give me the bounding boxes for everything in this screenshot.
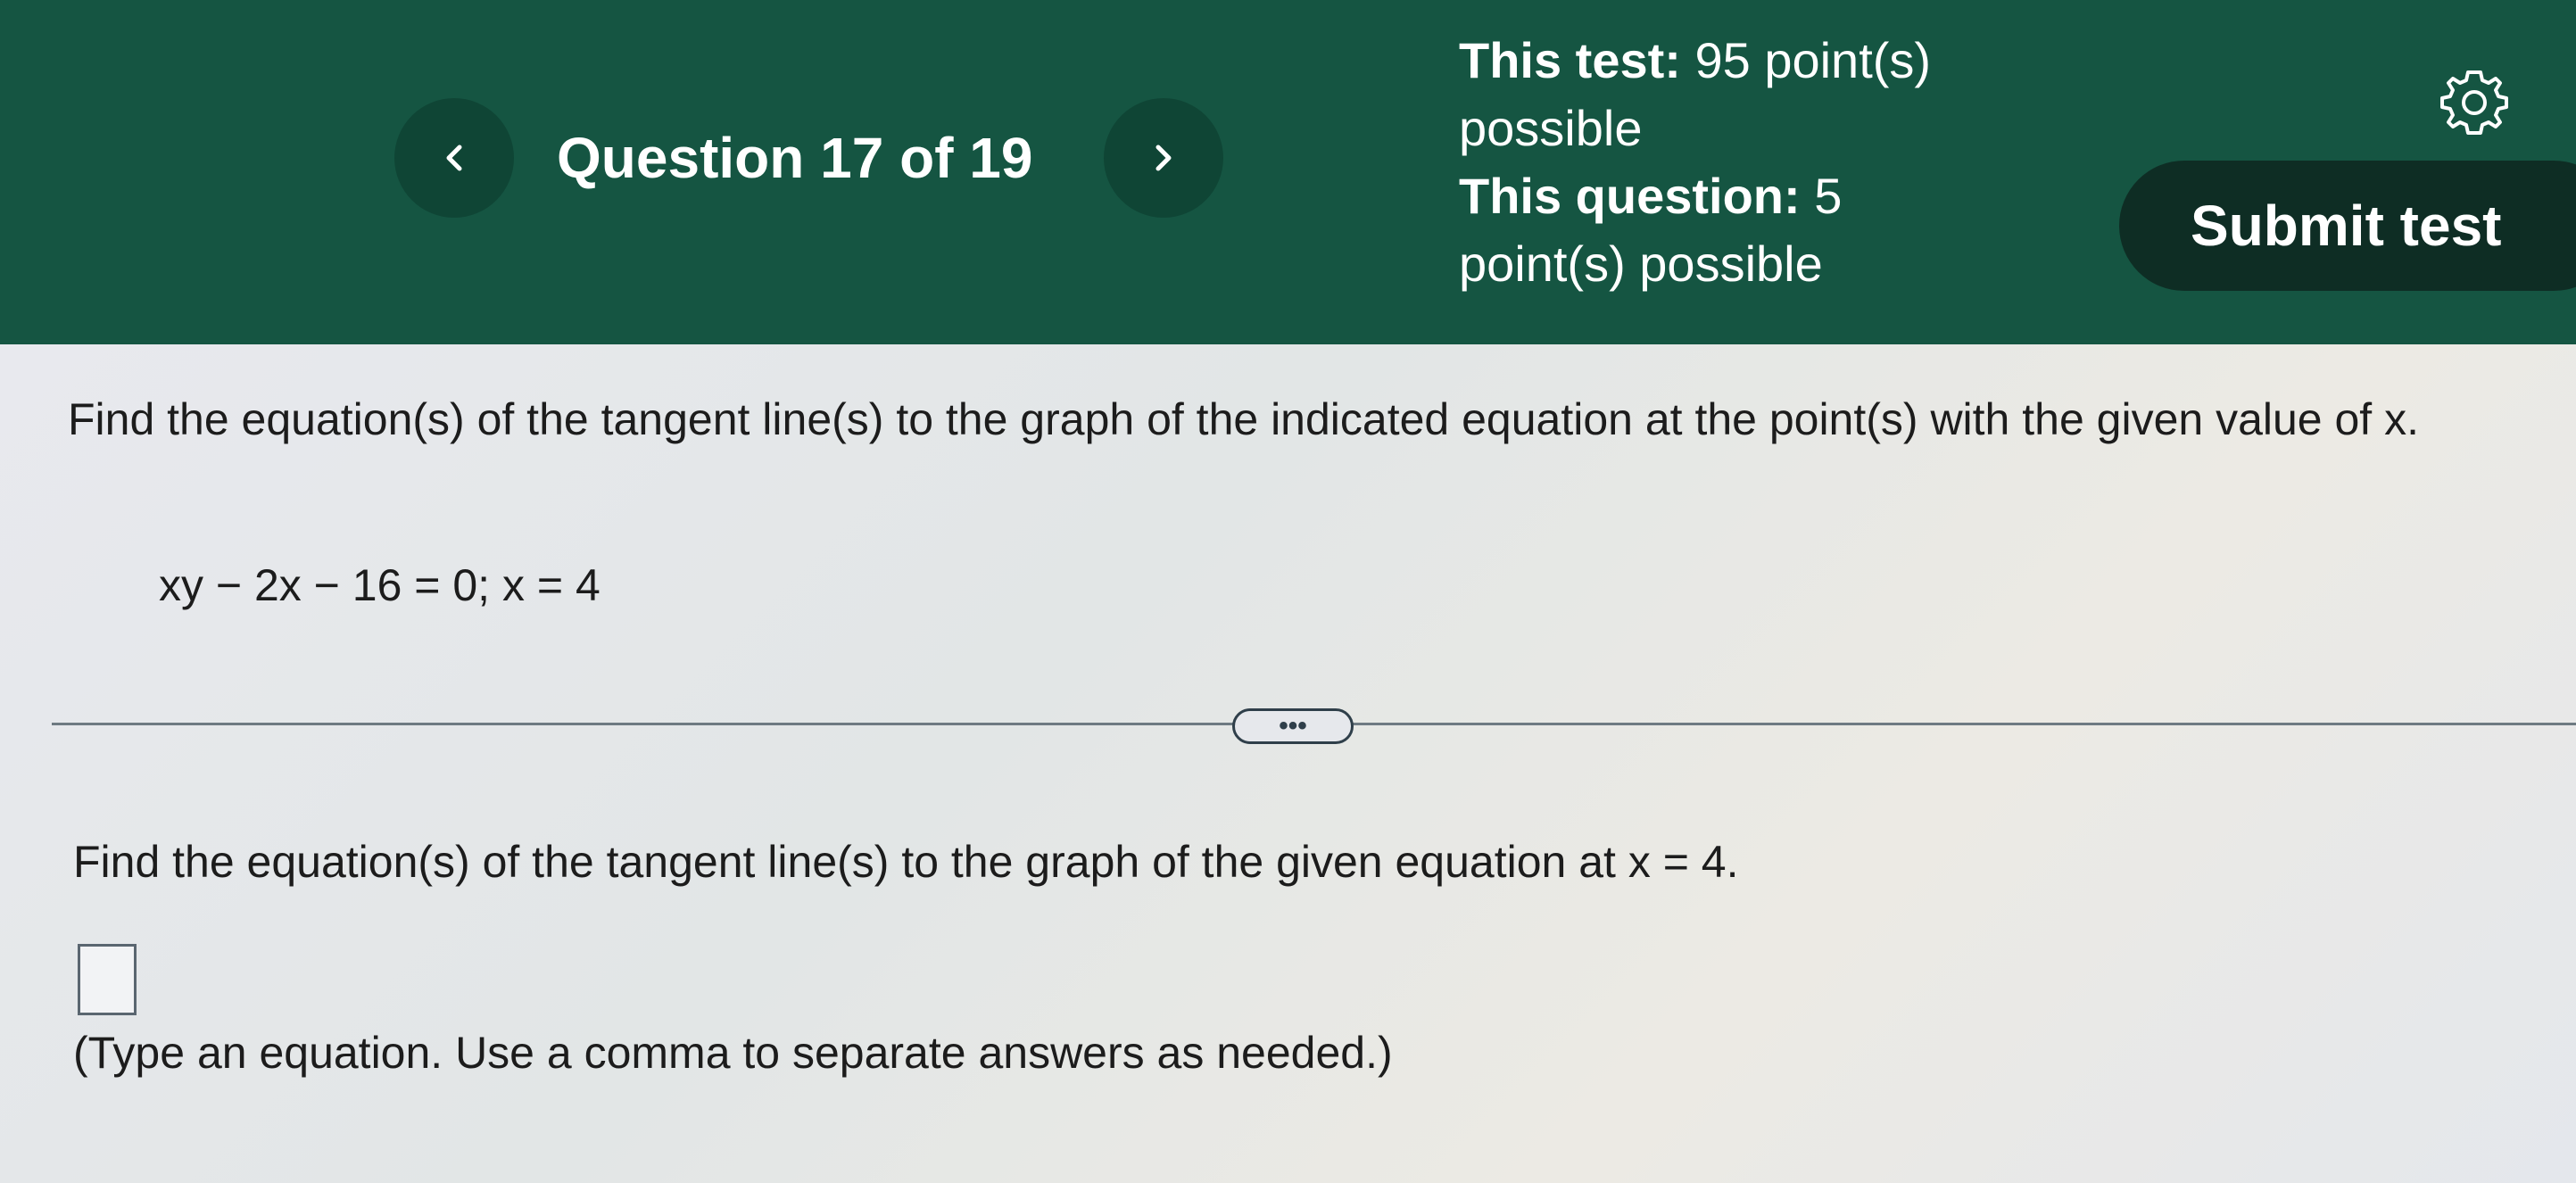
test-points-label: This test: — [1459, 32, 1681, 88]
question-counter: Question 17 of 19 — [557, 126, 1033, 190]
question-content: Find the equation(s) of the tangent line… — [0, 344, 2576, 1183]
expand-more-button[interactable]: ••• — [1232, 708, 1354, 744]
gear-icon[interactable] — [2439, 67, 2510, 138]
answer-hint: (Type an equation. Use a comma to separa… — [73, 1028, 1393, 1078]
submit-test-button[interactable]: Submit test — [2119, 161, 2576, 291]
test-page: Question 17 of 19 This test: 95 point(s)… — [0, 0, 2576, 1183]
question-points-suffix: point(s) possible — [1459, 236, 1823, 292]
chevron-left-icon — [446, 145, 462, 171]
question-points-label: This question: — [1459, 168, 1801, 224]
test-points-line: This test: 95 point(s) — [1459, 27, 1959, 95]
answer-prompt: Find the equation(s) of the tangent line… — [73, 837, 1739, 887]
question-instruction: Find the equation(s) of the tangent line… — [68, 394, 2419, 444]
chevron-right-icon — [1155, 145, 1172, 171]
previous-question-button[interactable] — [394, 98, 514, 218]
question-equation: xy − 2x − 16 = 0; x = 4 — [159, 560, 601, 610]
test-points-suffix: possible — [1459, 100, 1643, 156]
question-points-line: This question: 5 — [1459, 162, 1959, 230]
points-info: This test: 95 point(s) possible This que… — [1459, 27, 1959, 298]
next-question-button[interactable] — [1104, 98, 1223, 218]
question-points-value: 5 — [1800, 168, 1843, 224]
test-header: Question 17 of 19 This test: 95 point(s)… — [0, 0, 2576, 344]
test-points-value: 95 point(s) — [1680, 32, 1932, 88]
answer-input[interactable] — [78, 944, 137, 1015]
